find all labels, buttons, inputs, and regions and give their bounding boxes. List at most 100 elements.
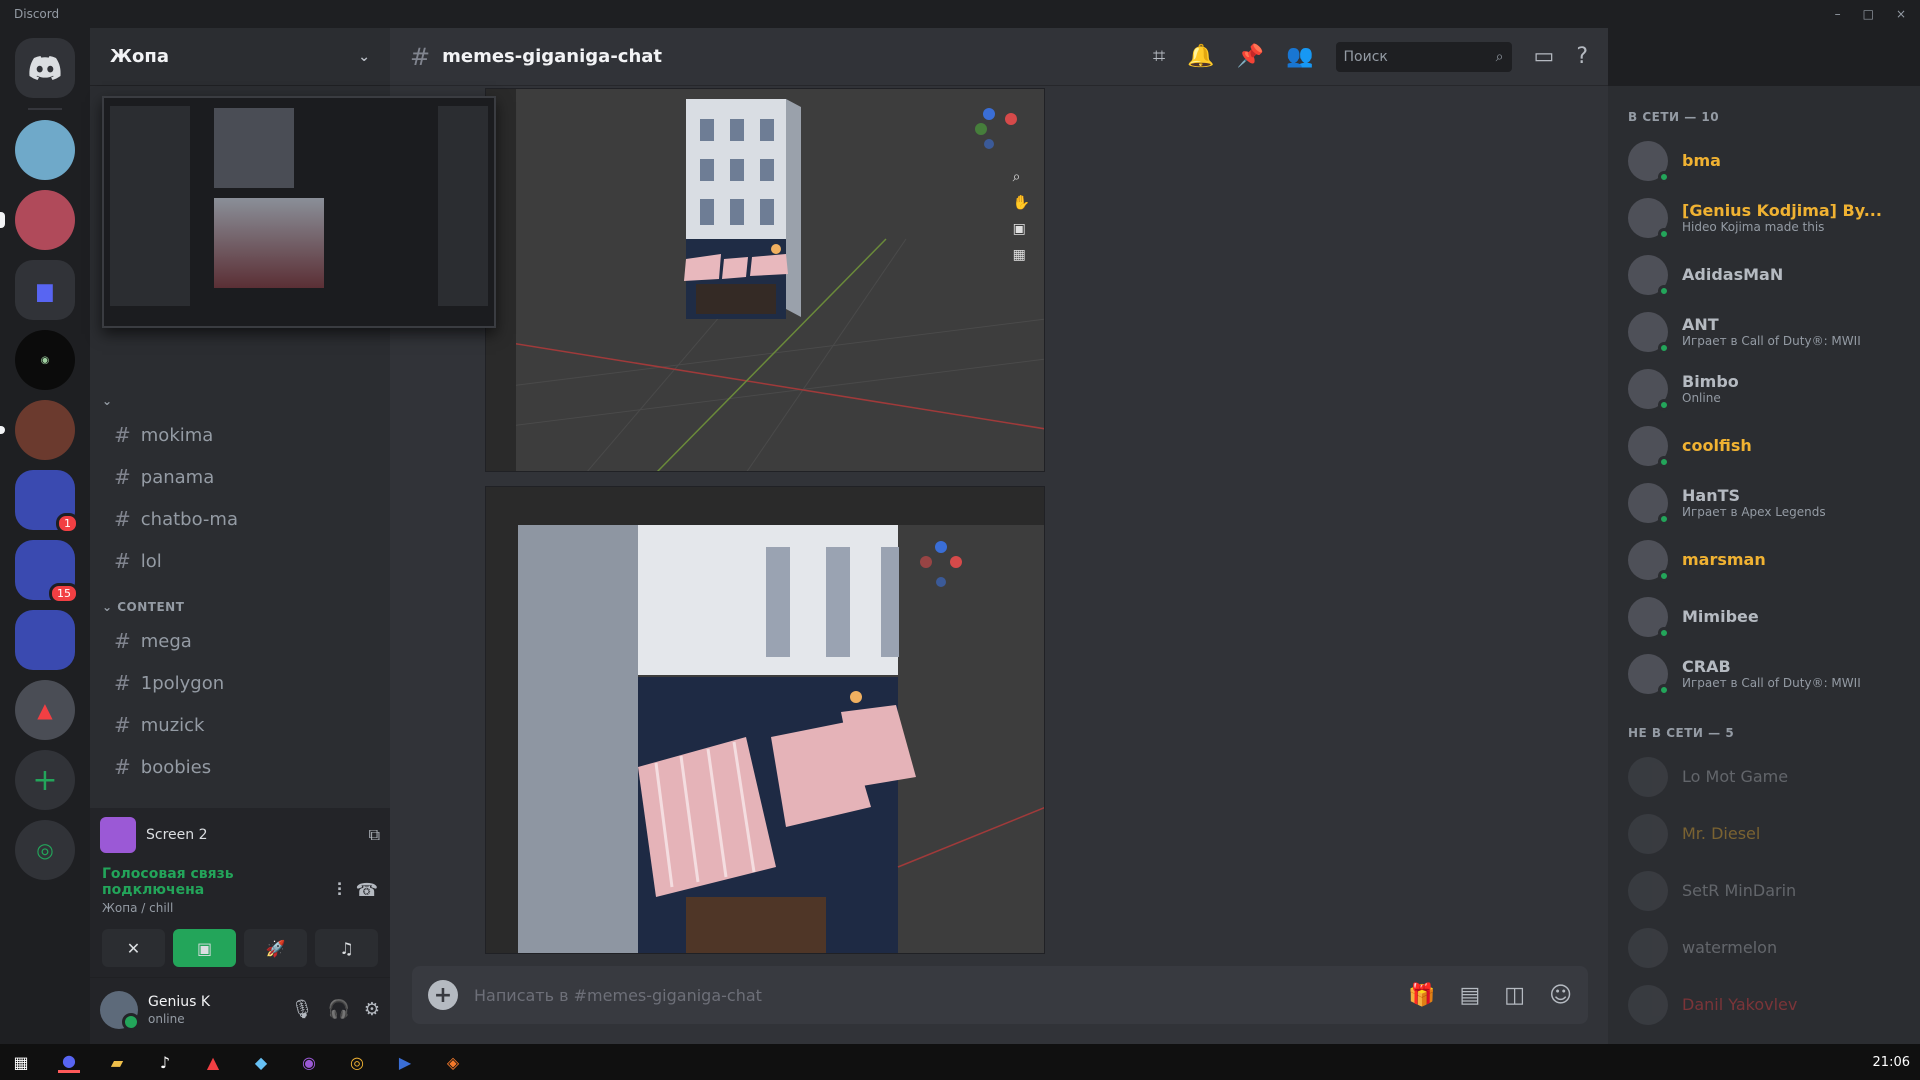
member-avatar [1628,653,1670,696]
steam-icon[interactable]: ◆ [250,1051,272,1073]
hash-icon: # [114,755,131,779]
help-icon[interactable]: ? [1576,44,1588,69]
headphones-icon[interactable]: 🎧 [327,999,349,1020]
app-icon[interactable]: ♪ [154,1051,176,1073]
server-folder-icon[interactable]: 1 [15,470,79,534]
discord-taskbar-icon[interactable]: ● [58,1051,80,1073]
bell-icon[interactable]: 🔔 [1187,44,1214,69]
app-icon[interactable]: ▲ [202,1051,224,1073]
search-input[interactable]: Поиск ⌕ [1335,41,1512,72]
server-icon[interactable]: ◉ [15,330,75,390]
channel-item[interactable]: # panama [98,456,382,498]
sticker-icon[interactable]: ◫ [1504,983,1525,1008]
folder-icon[interactable]: ▆ [15,260,75,320]
discover-icon[interactable]: ◎ [15,820,75,880]
voice-connection-status: Голосовая связь подключена Жопа / chill … [90,862,390,919]
category-header[interactable]: ⌄ CONTENT [90,582,390,620]
member-item[interactable]: Mr. Diesel [1628,805,1900,862]
server-icon[interactable]: ▲ [15,680,75,740]
member-name: Bimbo [1682,372,1739,391]
channel-item[interactable]: # mega [98,620,382,662]
server-icon[interactable] [0,400,75,460]
blender-icon[interactable]: ◈ [442,1051,464,1073]
member-item[interactable]: SetR MinDarin [1628,862,1900,919]
app-icon[interactable]: ◉ [298,1051,320,1073]
gift-icon[interactable]: 🎁 [1408,983,1435,1008]
server-icon[interactable] [15,120,75,180]
message-input[interactable] [474,985,1174,1005]
member-avatar [1628,539,1670,582]
member-category-online: В СЕТИ — 10 [1628,110,1720,124]
discord-home-icon[interactable] [15,38,75,98]
zoom-icon[interactable]: ⌕ [1013,169,1030,185]
channel-item[interactable]: #1polygon [98,662,382,704]
member-item[interactable]: coolfish [1628,417,1900,474]
member-item[interactable]: AdidasMaN [1628,246,1900,303]
member-item[interactable]: watermelon [1628,919,1900,976]
popout-icon[interactable]: ⧉ [369,825,380,845]
category-header[interactable]: ⌄ [90,376,390,414]
file-explorer-icon[interactable]: ▰ [106,1051,128,1073]
attach-plus-icon[interactable]: + [428,980,458,1010]
grid-icon[interactable]: ▦ [1013,247,1030,263]
member-item[interactable]: [Genius Kodjima] By... Hideo Kojima made … [1628,189,1900,246]
gear-icon[interactable]: ⚙ [364,999,380,1020]
user-avatar[interactable] [100,990,140,1031]
hand-icon[interactable]: ✋ [1013,195,1030,211]
channel-label: chatbo-ma [140,508,238,530]
activities-button[interactable]: 🚀 [244,929,307,967]
close-icon[interactable]: × [1896,7,1906,21]
member-item[interactable]: Danil Yakovlev [1628,976,1900,1033]
chrome-icon[interactable]: ◎ [346,1051,368,1073]
threads-icon[interactable]: ⌗ [1153,44,1165,69]
member-item[interactable]: ANT Играет в Call of Duty®: MWII [1628,303,1900,360]
member-item[interactable]: bma [1628,132,1900,189]
pin-icon[interactable]: 📌 [1237,44,1264,69]
start-icon[interactable]: ▦ [10,1051,32,1073]
member-activity: Hideo Kojima made this [1682,220,1825,234]
add-server-icon[interactable]: + [15,750,75,810]
channel-item[interactable]: # boobies [98,746,382,788]
member-item[interactable]: CRAB Играет в Call of Duty®: MWII [1628,645,1900,702]
camera-off-button[interactable]: ✕ [102,929,165,967]
member-item[interactable]: HanTS Играет в Apex Legends [1628,474,1900,531]
search-icon: ⌕ [1495,48,1504,65]
inbox-icon[interactable]: ▭ [1534,44,1555,69]
member-list-icon[interactable]: 👥 [1286,44,1313,69]
stream-row[interactable]: Screen 2 ⧉ [90,808,390,862]
preview-image [214,198,324,288]
microphone-icon[interactable]: 🎙 [291,999,314,1020]
server-folder-icon[interactable]: 15 [15,540,79,604]
image-attachment[interactable]: ⌕ ✋ ▣ ▦ [485,88,1045,472]
channel-item[interactable]: # mokima [98,414,382,456]
member-item[interactable]: Bimbo Online [1628,360,1900,417]
channel-item[interactable]: # muzick [98,704,382,746]
presence-dot [1658,227,1670,240]
member-item[interactable]: Mimibee [1628,588,1900,645]
image-attachment[interactable] [485,486,1045,954]
server-name: Жопа [110,46,169,67]
maximize-icon[interactable]: □ [1863,7,1874,21]
camera-icon[interactable]: ▣ [1013,221,1030,237]
server-folder-icon[interactable] [15,610,75,670]
channel-item[interactable]: # lol [98,540,382,582]
minimize-icon[interactable]: – [1835,7,1841,21]
member-item[interactable]: marsman [1628,531,1900,588]
disconnect-icon[interactable]: ☎ [356,880,378,901]
connection-channel[interactable]: Жопа / chill [102,901,337,915]
app-icon[interactable]: ▶ [394,1051,416,1073]
blender-viewport-render [486,89,1044,471]
server-icon[interactable] [0,190,75,250]
presence-dot [1658,683,1670,696]
emoji-icon[interactable]: ☺ [1549,983,1572,1008]
screen-share-button[interactable]: ▣ [173,929,236,967]
channel-item[interactable]: # chatbo-ma [98,498,382,540]
soundboard-button[interactable]: ♫ [315,929,378,967]
hash-icon: # [114,671,131,695]
stream-preview-popup[interactable] [102,96,496,328]
member-avatar [1628,482,1670,525]
noise-suppression-icon[interactable]: ⫶ [337,880,342,901]
gif-icon[interactable]: ▤ [1459,983,1480,1008]
member-item[interactable]: Lo Mot Game [1628,748,1900,805]
server-header[interactable]: Жопа ⌄ [90,28,390,86]
